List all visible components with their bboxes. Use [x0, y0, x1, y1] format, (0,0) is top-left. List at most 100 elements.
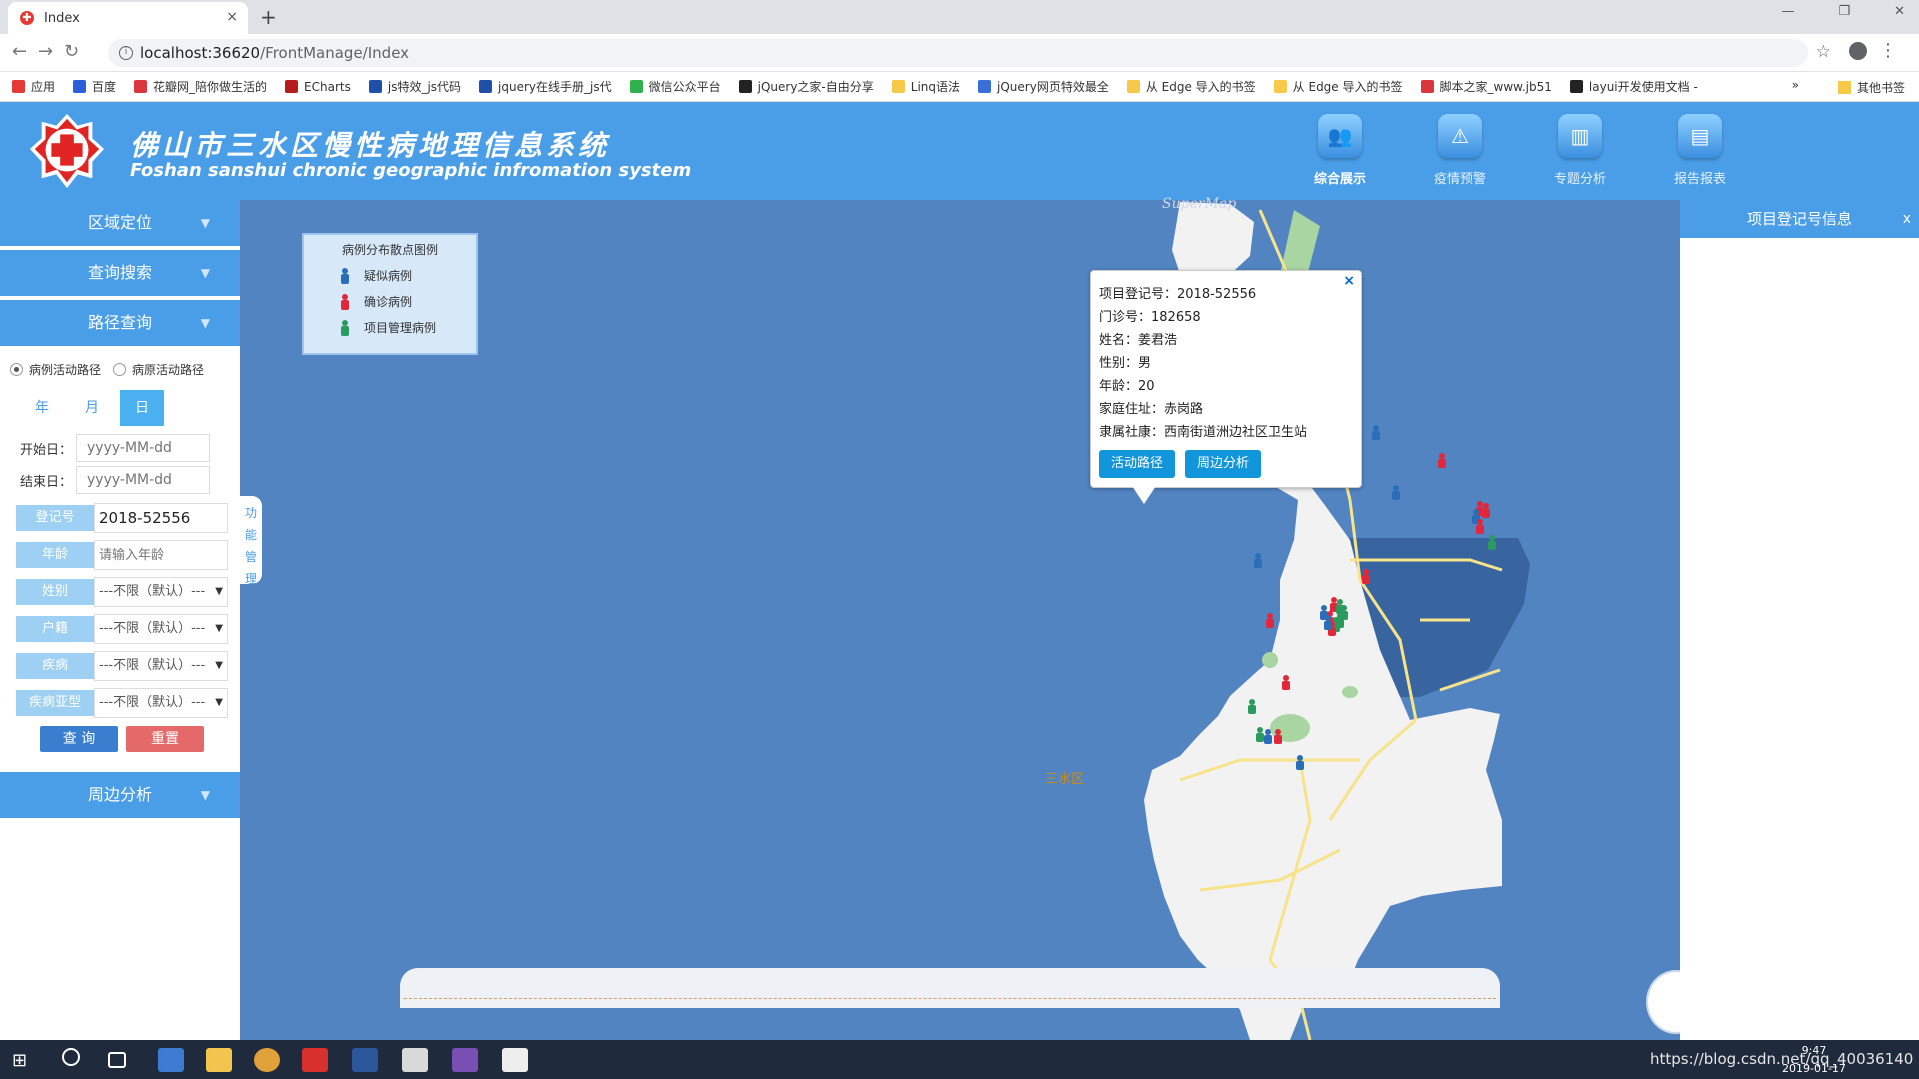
case-point-marker[interactable] — [1392, 485, 1400, 500]
case-point-marker[interactable] — [1254, 553, 1262, 568]
section-label: 区域定位 — [87, 213, 152, 232]
segment-day[interactable]: 日 — [120, 390, 164, 426]
account-icon[interactable] — [1849, 42, 1867, 60]
segment-month[interactable]: 月 — [70, 390, 114, 426]
case-point-marker[interactable] — [1256, 727, 1264, 742]
bookmark-item[interactable]: 花瓣网_陪你做生活的 — [134, 78, 267, 95]
popup-line: 性别：男 — [1099, 356, 1152, 371]
age-input[interactable] — [94, 540, 228, 570]
segment-year[interactable]: 年 — [20, 390, 64, 426]
case-point-marker[interactable] — [1324, 615, 1332, 630]
java-icon[interactable] — [402, 1048, 428, 1072]
people-icon: 👥 — [1318, 114, 1362, 158]
section-query-search[interactable]: 查询搜索 ▼ — [0, 250, 240, 296]
nav-comprehensive[interactable]: 👥 综合展示 — [1295, 112, 1385, 187]
case-point-marker[interactable] — [1274, 729, 1282, 744]
browser-tab[interactable]: ✚ Index × — [8, 2, 248, 34]
legend-label: 疑似病例 — [364, 269, 413, 283]
section-surrounding-analysis[interactable]: 周边分析 ▼ — [0, 772, 240, 818]
photos-icon[interactable] — [502, 1048, 528, 1072]
file-explorer-icon[interactable] — [206, 1048, 232, 1072]
start-date-input[interactable] — [76, 434, 211, 462]
bookmark-star-icon[interactable]: ☆ — [1816, 42, 1831, 62]
url-input[interactable]: i localhost:36620/FrontManage/Index — [108, 39, 1808, 67]
bookmark-item[interactable]: 应用 — [12, 78, 55, 95]
case-point-marker[interactable] — [1488, 535, 1496, 550]
activity-route-button[interactable]: 活动路径 — [1099, 450, 1176, 478]
radio-pathogen-route[interactable] — [113, 362, 127, 376]
word-icon[interactable] — [352, 1048, 378, 1072]
bookmark-item[interactable]: js特效_js代码 — [368, 78, 461, 95]
bookmark-item[interactable]: layui开发使用文档 - — [1569, 78, 1698, 95]
new-tab-button[interactable]: + — [260, 5, 277, 29]
case-point-marker[interactable] — [1362, 569, 1370, 584]
task-view-icon[interactable] — [108, 1052, 126, 1068]
query-button[interactable]: 查 询 — [40, 726, 118, 752]
case-point-marker[interactable] — [1372, 425, 1380, 440]
case-point-marker[interactable] — [1266, 613, 1274, 628]
reload-icon[interactable]: ↻ — [64, 41, 79, 62]
close-window-icon[interactable]: ✕ — [1894, 4, 1905, 19]
case-point-marker[interactable] — [1340, 605, 1348, 620]
monitor-app-icon[interactable] — [158, 1048, 184, 1072]
disease-select[interactable]: ---不限（默认）--- ▼ — [94, 651, 228, 681]
bookmark-label: 从 Edge 导入的书签 — [1145, 80, 1256, 94]
section-region-locate[interactable]: 区域定位 ▼ — [0, 200, 240, 246]
popup-close-icon[interactable]: × — [1343, 273, 1355, 289]
back-icon[interactable]: ← — [12, 41, 27, 62]
bookmark-item[interactable]: 脚本之家_www.jb51 — [1420, 78, 1552, 95]
nav-epidemic-warning[interactable]: ⚠ 疫情预警 — [1415, 112, 1505, 187]
bookmark-item[interactable]: jQuery网页特效最全 — [978, 78, 1109, 95]
subtype-select[interactable]: ---不限（默认）--- ▼ — [94, 688, 228, 718]
right-panel-header: 项目登记号信息 x — [1680, 200, 1919, 238]
case-point-marker[interactable] — [1248, 699, 1256, 714]
windows-start-icon[interactable]: ⊞ — [12, 1050, 27, 1071]
huji-select[interactable]: ---不限（默认）--- ▼ — [94, 614, 228, 644]
minimize-icon[interactable]: — — [1781, 4, 1794, 19]
radio-case-route[interactable] — [10, 362, 23, 376]
chrome-icon[interactable] — [254, 1048, 280, 1072]
nav-thematic-analysis[interactable]: ▥ 专题分析 — [1535, 112, 1625, 187]
youdao-icon[interactable] — [302, 1048, 328, 1072]
case-point-marker[interactable] — [1264, 729, 1272, 744]
reg-number-input[interactable] — [94, 503, 228, 533]
end-date-input[interactable] — [76, 466, 211, 494]
case-point-marker[interactable] — [1296, 755, 1304, 770]
browser-menu-icon[interactable]: ⋮ — [1879, 40, 1897, 61]
chevron-down-icon: ▼ — [200, 788, 210, 802]
case-point-marker[interactable] — [1476, 519, 1484, 534]
bookmark-label: jQuery之家-自由分享 — [757, 80, 874, 94]
bookmark-icon — [738, 80, 752, 93]
gender-select[interactable]: ---不限（默认）--- ▼ — [94, 577, 228, 607]
other-bookmarks[interactable]: 其他书签 — [1837, 79, 1905, 96]
search-icon[interactable] — [62, 1048, 80, 1066]
bookmark-item[interactable]: 从 Edge 导入的书签 — [1126, 78, 1256, 95]
section-route-query[interactable]: 路径查询 ▼ — [0, 300, 240, 346]
case-point-marker[interactable] — [1282, 675, 1290, 690]
bookmark-icon — [1420, 80, 1434, 93]
visual-studio-icon[interactable] — [452, 1048, 478, 1072]
forward-icon[interactable]: → — [38, 41, 53, 62]
bookmark-item[interactable]: Linq语法 — [891, 78, 960, 95]
bookmark-item[interactable]: 从 Edge 导入的书签 — [1273, 78, 1403, 95]
bookmark-item[interactable]: ECharts — [285, 80, 351, 94]
tab-close-icon[interactable]: × — [226, 9, 238, 25]
case-point-marker[interactable] — [1438, 453, 1446, 468]
timeline-bar[interactable] — [400, 968, 1500, 1008]
function-management-tab[interactable]: 功能管理 — [240, 496, 262, 586]
reset-button[interactable]: 重置 — [126, 726, 204, 752]
system-title: 佛山市三水区慢性病地理信息系统 — [130, 129, 611, 162]
bookmark-item[interactable]: jQuery之家-自由分享 — [738, 78, 874, 95]
right-panel-close-icon[interactable]: x — [1903, 200, 1911, 238]
site-info-icon[interactable]: i — [119, 46, 133, 60]
bookmark-item[interactable]: 百度 — [73, 78, 116, 95]
nav-reports[interactable]: ▤ 报告报表 — [1655, 112, 1745, 187]
bookmark-item[interactable]: 微信公众平台 — [629, 78, 721, 95]
case-point-marker[interactable] — [1482, 503, 1490, 518]
legend-label: 确诊病例 — [364, 295, 413, 309]
surrounding-analysis-button[interactable]: 周边分析 — [1185, 450, 1262, 478]
restore-icon[interactable]: ❐ — [1838, 4, 1850, 19]
clock[interactable]: 9:47 2019-01-17 — [1782, 1044, 1846, 1076]
bookmark-item[interactable]: jquery在线手册_js代 — [479, 78, 612, 95]
bookmarks-overflow-icon[interactable]: » — [1792, 78, 1799, 92]
